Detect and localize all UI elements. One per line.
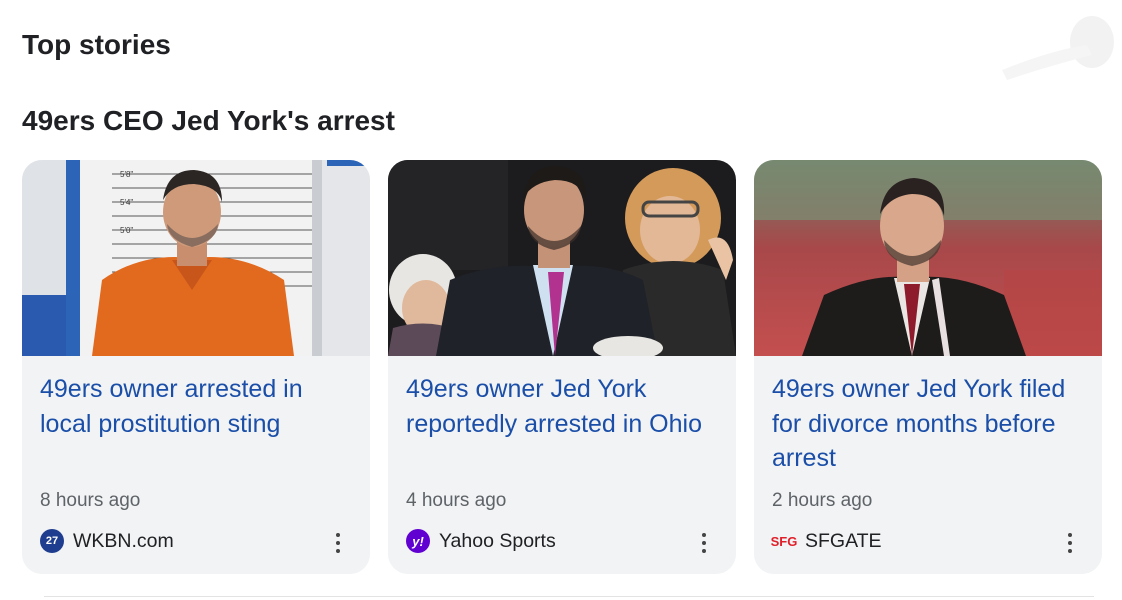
- story-source[interactable]: y! Yahoo Sports: [406, 529, 556, 553]
- height-label: 5'4": [120, 198, 133, 207]
- sfgate-logo-icon: SFG: [770, 533, 798, 549]
- story-age: 2 hours ago: [772, 490, 873, 511]
- more-options-button[interactable]: [694, 531, 714, 555]
- section-title: Top stories: [22, 29, 171, 60]
- more-vert-icon: [702, 533, 706, 537]
- source-name: SFGATE: [805, 529, 882, 552]
- story-age: 4 hours ago: [406, 490, 507, 511]
- height-label: 5'0": [120, 226, 133, 235]
- story-card[interactable]: 49ers owner Jed York reportedly arrested…: [388, 160, 736, 574]
- story-source[interactable]: SFG SFGATE: [770, 529, 882, 553]
- more-vert-icon: [336, 533, 340, 537]
- source-name: Yahoo Sports: [439, 529, 556, 552]
- topic-title[interactable]: 49ers CEO Jed York's arrest: [22, 103, 395, 139]
- story-thumbnail-crowd[interactable]: [388, 160, 736, 360]
- story-card[interactable]: 5'8" 5'4" 5'0" 49ers owner arrested in l…: [22, 160, 370, 574]
- yahoo-logo-icon: y!: [406, 529, 430, 553]
- story-cards: 5'8" 5'4" 5'0" 49ers owner arrested in l…: [22, 160, 1102, 574]
- more-vert-icon: [1068, 533, 1072, 537]
- story-thumbnail-mugshot[interactable]: 5'8" 5'4" 5'0": [22, 160, 370, 356]
- divider: [44, 596, 1094, 597]
- story-thumbnail-portrait[interactable]: [754, 160, 1102, 356]
- wkbn-logo-icon: 27: [40, 529, 64, 553]
- story-card[interactable]: 49ers owner Jed York filed for divorce m…: [754, 160, 1102, 574]
- story-headline[interactable]: 49ers owner arrested in local prostituti…: [40, 372, 354, 441]
- story-source[interactable]: 27 WKBN.com: [40, 529, 174, 553]
- decorative-corner-graphic: [1002, 16, 1114, 80]
- story-headline[interactable]: 49ers owner Jed York filed for divorce m…: [772, 372, 1086, 476]
- more-options-button[interactable]: [1060, 531, 1080, 555]
- story-age: 8 hours ago: [40, 490, 141, 511]
- source-name: WKBN.com: [73, 529, 174, 552]
- height-label: 5'8": [120, 170, 133, 179]
- more-options-button[interactable]: [328, 531, 348, 555]
- story-headline[interactable]: 49ers owner Jed York reportedly arrested…: [406, 372, 720, 441]
